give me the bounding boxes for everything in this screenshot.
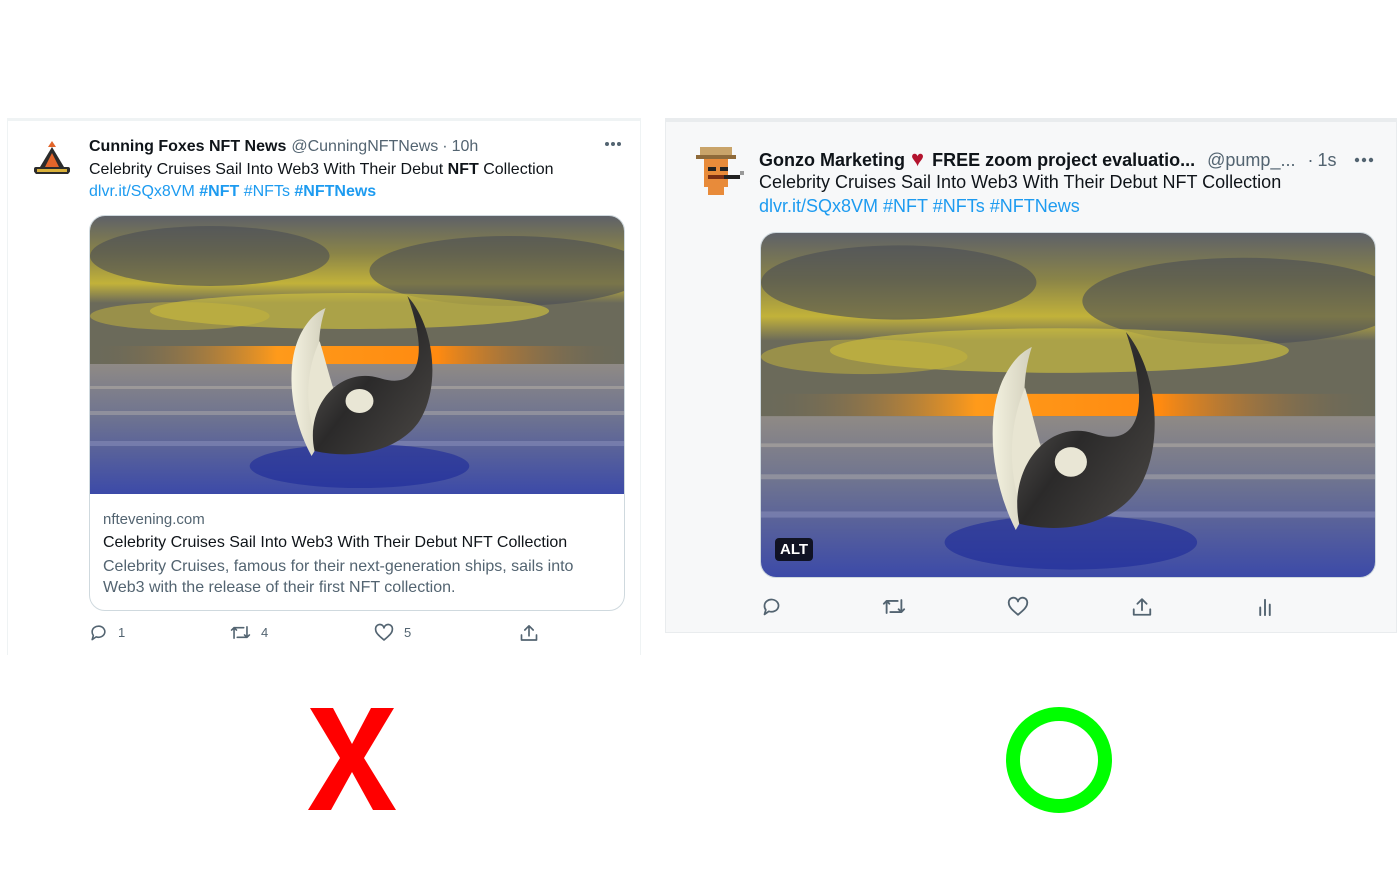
author-handle[interactable]: @pump_... xyxy=(1207,150,1295,171)
tweet-image[interactable]: ALT xyxy=(760,232,1376,578)
retweet-icon xyxy=(882,599,906,614)
tweet-link[interactable]: dlvr.it/SQx8VM xyxy=(89,183,195,200)
incorrect-mark xyxy=(307,706,397,812)
pixel-punk-avatar-icon xyxy=(688,143,744,199)
reply-button[interactable] xyxy=(761,596,782,617)
card-domain: nftevening.com xyxy=(103,511,205,528)
swan-sculpture-image xyxy=(90,216,624,494)
share-button[interactable] xyxy=(1131,596,1153,617)
tweet-text-part: Celebrity Cruises Sail Into Web3 With Th… xyxy=(89,161,448,178)
correct-mark xyxy=(1005,706,1113,814)
heart-icon xyxy=(1007,596,1029,616)
tweet-links: dlvr.it/SQx8VM #NFT #NFTs #NFTNews xyxy=(89,183,376,201)
share-button[interactable] xyxy=(519,623,539,642)
like-button[interactable] xyxy=(1007,596,1029,617)
retweet-button[interactable]: 4 xyxy=(230,623,268,642)
hashtag[interactable]: #NFT xyxy=(199,183,239,200)
card-title: Celebrity Cruises Sail Into Web3 With Th… xyxy=(103,534,568,551)
card-description-line: Celebrity Cruises, famous for their next… xyxy=(103,558,574,575)
fox-logo-icon xyxy=(30,137,74,181)
tweet-right[interactable]: Gonzo Marketing ♥ FREE zoom project eval… xyxy=(665,118,1397,633)
tweet-left[interactable]: Cunning Foxes NFT News @CunningNFTNews ·… xyxy=(7,118,641,655)
reply-icon xyxy=(763,598,780,616)
like-count: 5 xyxy=(404,625,412,640)
circle-mark-icon xyxy=(1006,707,1112,813)
separator-dot: · xyxy=(1307,150,1314,170)
tweet-header: Cunning Foxes NFT News @CunningNFTNews ·… xyxy=(89,138,478,156)
more-options-button[interactable] xyxy=(1354,150,1374,168)
tweet-text: Celebrity Cruises Sail Into Web3 With Th… xyxy=(89,161,553,179)
link-preview-card[interactable]: nftevening.com Celebrity Cruises Sail In… xyxy=(89,215,625,611)
tweet-links: dlvr.it/SQx8VM #NFT #NFTs #NFTNews xyxy=(759,196,1080,217)
card-description: Celebrity Cruises, famous for their next… xyxy=(103,556,573,598)
tweet-text-bold: NFT xyxy=(447,161,479,178)
heart-icon xyxy=(374,623,394,641)
heart-emoji-icon: ♥ xyxy=(911,146,925,171)
analytics-button[interactable] xyxy=(1257,596,1273,617)
retweet-count: 4 xyxy=(261,625,269,640)
tweet-text-part: Collection xyxy=(478,161,554,178)
swan-sculpture-image xyxy=(761,233,1375,577)
share-icon xyxy=(520,625,538,641)
more-horizontal-icon xyxy=(1354,157,1374,163)
hashtag[interactable]: #NFTNews xyxy=(294,183,376,200)
author-name[interactable]: Gonzo Marketing xyxy=(759,150,905,171)
card-image xyxy=(90,216,624,494)
author-handle[interactable]: @CunningNFTNews xyxy=(291,138,438,156)
separator-dot: · xyxy=(442,138,448,155)
card-description-line: Web3 with the release of their first NFT… xyxy=(103,579,456,596)
reply-icon xyxy=(91,625,106,641)
timestamp[interactable]: 10h xyxy=(452,138,479,156)
hashtag[interactable]: #NFTs xyxy=(933,196,985,216)
alt-text-badge[interactable]: ALT xyxy=(775,538,814,561)
avatar[interactable] xyxy=(688,143,744,199)
share-icon xyxy=(1132,598,1152,616)
author-name-suffix[interactable]: FREE zoom project evaluatio... xyxy=(932,150,1195,171)
hashtag[interactable]: #NFTNews xyxy=(990,196,1080,216)
hashtag[interactable]: #NFT xyxy=(883,196,928,216)
tweet-link[interactable]: dlvr.it/SQx8VM xyxy=(759,196,878,216)
retweet-button[interactable] xyxy=(882,596,906,617)
more-horizontal-icon xyxy=(605,142,621,146)
like-button[interactable]: 5 xyxy=(374,623,411,642)
author-name[interactable]: Cunning Foxes NFT News xyxy=(89,138,286,156)
reply-count: 1 xyxy=(118,625,126,640)
more-options-button[interactable] xyxy=(604,131,622,152)
tweet-header: Gonzo Marketing ♥ FREE zoom project eval… xyxy=(759,146,1336,172)
retweet-icon xyxy=(230,626,251,639)
timestamp[interactable]: 1s xyxy=(1317,150,1336,171)
hashtag[interactable]: #NFTs xyxy=(244,183,290,200)
tweet-text: Celebrity Cruises Sail Into Web3 With Th… xyxy=(759,172,1282,192)
avatar[interactable] xyxy=(30,137,74,181)
x-mark-icon xyxy=(308,708,396,810)
analytics-bars-icon xyxy=(1259,598,1271,617)
reply-button[interactable]: 1 xyxy=(89,623,125,642)
